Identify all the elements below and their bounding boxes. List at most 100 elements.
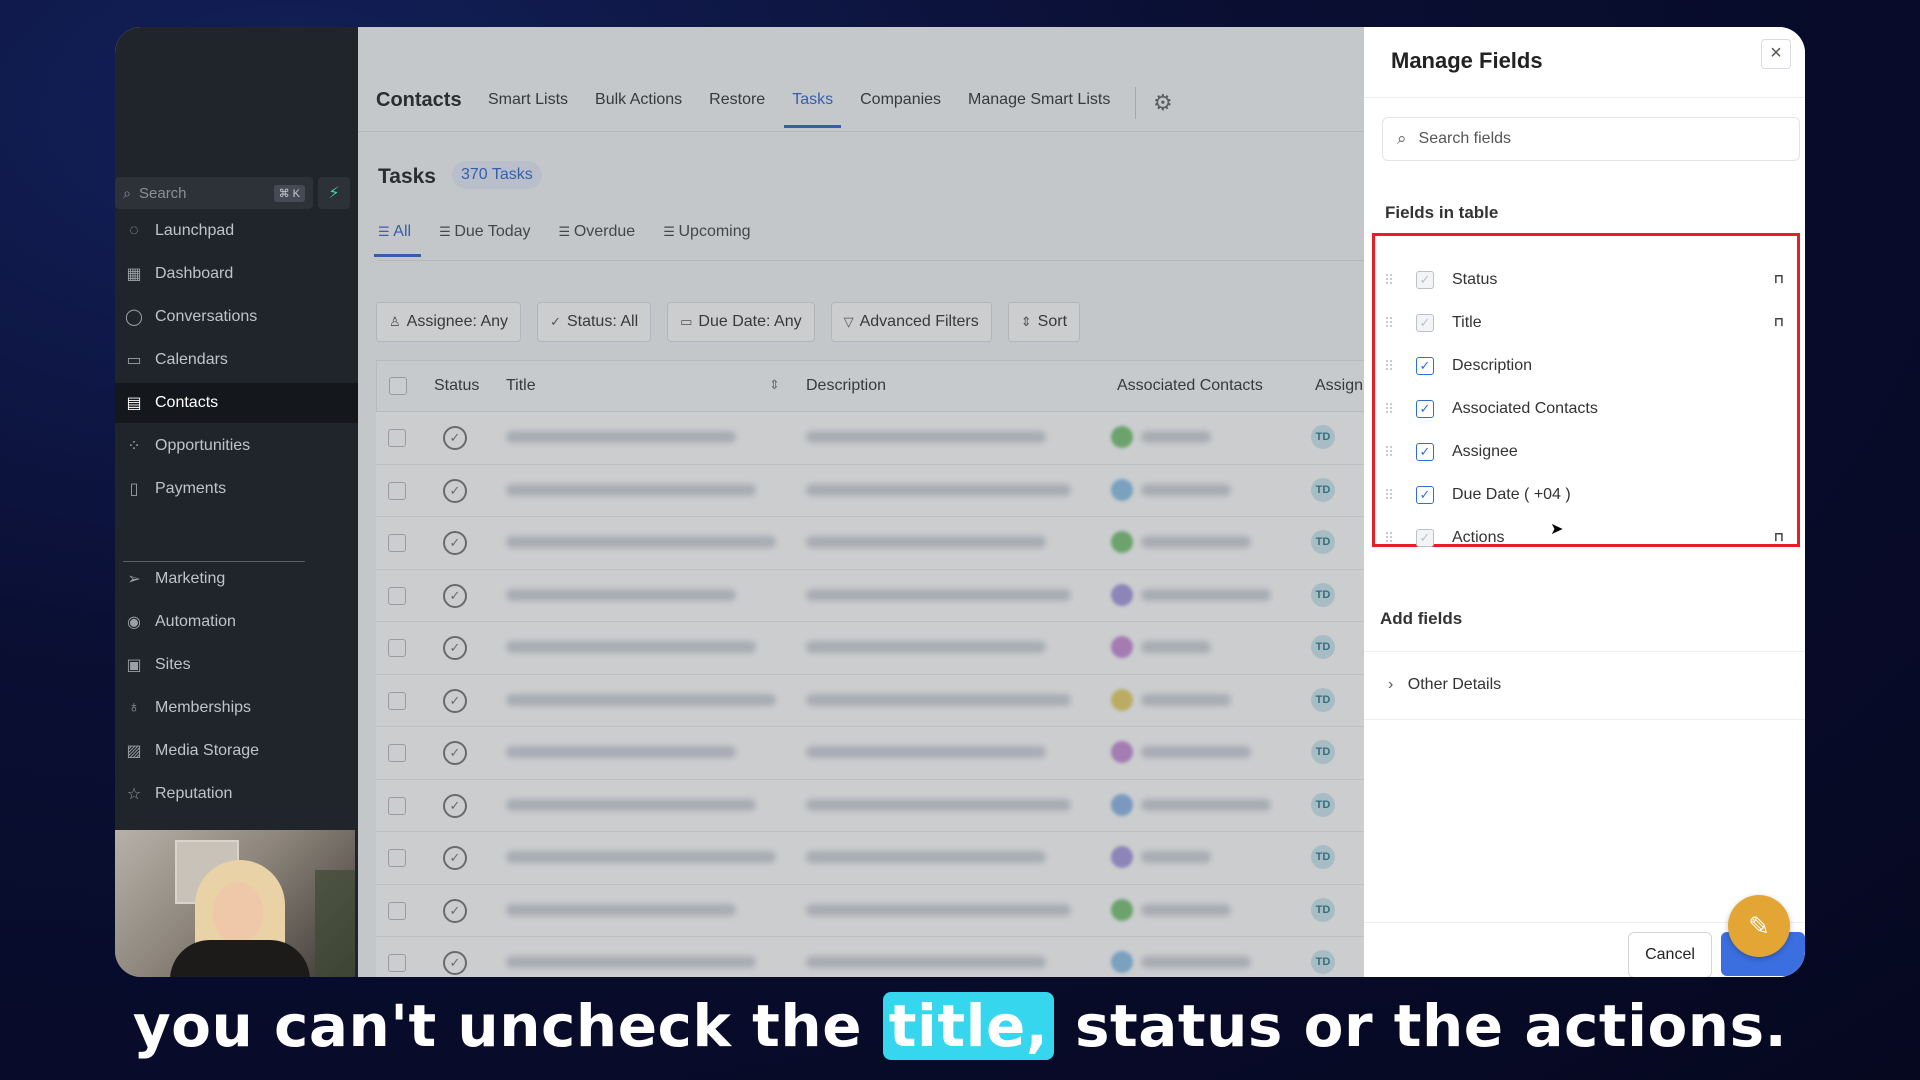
contact-name-cell[interactable] <box>1141 798 1271 811</box>
sidebar-item-media-storage[interactable]: ▨ Media Storage <box>115 731 358 771</box>
field-row-actions[interactable]: ⠿ ✓ Actions ⊓ <box>1384 518 1794 558</box>
contact-name-cell[interactable] <box>1141 903 1231 916</box>
drag-handle-icon[interactable]: ⠿ <box>1384 315 1398 332</box>
table-row[interactable]: ✓ TD <box>376 412 1366 465</box>
column-header-description[interactable]: Description <box>806 377 886 395</box>
field-checkbox[interactable]: ✓ <box>1416 357 1434 375</box>
contact-name-cell[interactable] <box>1141 746 1251 758</box>
task-title-cell[interactable] <box>506 746 736 758</box>
sidebar-item-contacts[interactable]: ▤ Contacts <box>115 383 358 423</box>
column-header-status[interactable]: Status <box>434 377 479 395</box>
status-check-icon[interactable]: ✓ <box>443 636 467 660</box>
filter-advanced-filters[interactable]: ▽ Advanced Filters <box>830 302 992 342</box>
drag-handle-icon[interactable]: ⠿ <box>1384 487 1398 504</box>
field-checkbox[interactable]: ✓ <box>1416 486 1434 504</box>
contact-name-cell[interactable] <box>1141 956 1251 968</box>
column-header-title[interactable]: Title <box>506 377 536 395</box>
drag-handle-icon[interactable]: ⠿ <box>1384 272 1398 289</box>
sidebar-item-marketing[interactable]: ➢ Marketing <box>115 559 358 599</box>
status-check-icon[interactable]: ✓ <box>443 846 467 870</box>
status-check-icon[interactable]: ✓ <box>443 951 467 975</box>
column-header-associated-contacts[interactable]: Associated Contacts <box>1117 377 1263 395</box>
select-all-checkbox[interactable] <box>389 377 407 395</box>
sidebar-item-calendars[interactable]: ▭ Calendars <box>115 340 358 380</box>
other-details-toggle[interactable]: › Other Details <box>1388 676 1501 694</box>
field-row-due-date[interactable]: ⠿ ✓ Due Date ( +04 ) <box>1384 475 1794 515</box>
row-checkbox[interactable] <box>388 534 406 552</box>
sidebar-search[interactable]: ⌕ Search ⌘ K <box>115 177 313 209</box>
row-checkbox[interactable] <box>388 849 406 867</box>
nav-link-manage-smart-lists[interactable]: Manage Smart Lists <box>968 91 1110 109</box>
sidebar-item-memberships[interactable]: ♁ Memberships <box>115 688 358 728</box>
field-checkbox[interactable]: ✓ <box>1416 443 1434 461</box>
drag-handle-icon[interactable]: ⠿ <box>1384 530 1398 547</box>
row-checkbox[interactable] <box>388 744 406 762</box>
field-row-title[interactable]: ⠿ ✓ Title ⊓ <box>1384 303 1794 343</box>
sidebar-item-launchpad[interactable]: ◌ Launchpad <box>115 211 358 251</box>
row-checkbox[interactable] <box>388 481 406 500</box>
task-title-cell[interactable] <box>506 431 736 443</box>
field-row-assignee[interactable]: ⠿ ✓ Assignee <box>1384 432 1794 472</box>
drag-handle-icon[interactable]: ⠿ <box>1384 401 1398 418</box>
filter-sort[interactable]: ⇕ Sort <box>1007 302 1081 342</box>
tab-upcoming[interactable]: ☰ Upcoming <box>663 223 750 241</box>
filter-status-all[interactable]: ✓ Status: All <box>537 302 652 342</box>
status-check-icon[interactable]: ✓ <box>443 583 467 608</box>
table-row[interactable]: ✓ TD <box>376 779 1366 832</box>
contact-name-cell[interactable] <box>1141 641 1211 653</box>
chat-support-icon[interactable]: ✎ <box>1728 895 1790 957</box>
quick-action-bolt-icon[interactable]: ⚡ <box>318 177 350 209</box>
task-title-cell[interactable] <box>506 588 736 601</box>
task-title-cell[interactable] <box>506 483 756 496</box>
status-check-icon[interactable]: ✓ <box>443 793 467 818</box>
field-row-status[interactable]: ⠿ ✓ Status ⊓ <box>1384 260 1794 300</box>
row-checkbox[interactable] <box>388 691 406 710</box>
row-checkbox[interactable] <box>388 586 406 605</box>
status-check-icon[interactable]: ✓ <box>443 531 467 555</box>
contact-name-cell[interactable] <box>1141 536 1251 548</box>
nav-link-tasks[interactable]: Tasks <box>784 91 841 128</box>
tab-overdue[interactable]: ☰ Overdue <box>559 223 636 241</box>
sidebar-item-sites[interactable]: ▣ Sites <box>115 645 358 685</box>
task-title-cell[interactable] <box>506 798 756 811</box>
status-check-icon[interactable]: ✓ <box>443 478 467 503</box>
drag-handle-icon[interactable]: ⠿ <box>1384 444 1398 461</box>
drag-handle-icon[interactable]: ⠿ <box>1384 358 1398 375</box>
cancel-button[interactable]: Cancel <box>1628 932 1712 977</box>
column-header-assignee[interactable]: Assign <box>1315 377 1363 395</box>
sidebar-item-conversations[interactable]: ◯ Conversations <box>115 297 358 337</box>
task-title-cell[interactable] <box>506 851 776 863</box>
nav-link-smart-lists[interactable]: Smart Lists <box>488 91 568 109</box>
sort-arrows-icon[interactable]: ⇕ <box>769 377 780 393</box>
task-title-cell[interactable] <box>506 641 756 653</box>
field-row-description[interactable]: ⠿ ✓ Description <box>1384 346 1794 386</box>
table-row[interactable]: ✓ TD <box>376 622 1366 675</box>
contact-name-cell[interactable] <box>1141 693 1231 706</box>
close-icon[interactable]: × <box>1761 39 1791 69</box>
table-row[interactable]: ✓ TD <box>376 674 1366 727</box>
nav-link-bulk-actions[interactable]: Bulk Actions <box>595 91 682 109</box>
row-checkbox[interactable] <box>388 796 406 815</box>
tab-due-today[interactable]: ☰ Due Today <box>439 223 530 241</box>
status-check-icon[interactable]: ✓ <box>443 688 467 713</box>
contact-name-cell[interactable] <box>1141 431 1211 443</box>
filter-due-date-any[interactable]: ▭ Due Date: Any <box>667 302 815 342</box>
table-row[interactable]: ✓ TD <box>376 727 1366 780</box>
sidebar-item-reputation[interactable]: ☆ Reputation <box>115 774 358 814</box>
field-row-associated-contacts[interactable]: ⠿ ✓ Associated Contacts <box>1384 389 1794 429</box>
task-title-cell[interactable] <box>506 693 776 706</box>
status-check-icon[interactable]: ✓ <box>443 426 467 450</box>
row-checkbox[interactable] <box>388 429 406 447</box>
task-title-cell[interactable] <box>506 903 736 916</box>
table-row[interactable]: ✓ TD <box>376 884 1366 937</box>
sidebar-item-automation[interactable]: ◉ Automation <box>115 602 358 642</box>
table-row[interactable]: ✓ TD <box>376 937 1366 977</box>
table-row[interactable]: ✓ TD <box>376 569 1366 622</box>
contact-name-cell[interactable] <box>1141 851 1211 863</box>
status-check-icon[interactable]: ✓ <box>443 898 467 923</box>
table-row[interactable]: ✓ TD <box>376 517 1366 570</box>
task-title-cell[interactable] <box>506 536 776 548</box>
gear-icon[interactable]: ⚙ <box>1153 90 1173 116</box>
sidebar-item-payments[interactable]: ▯ Payments <box>115 469 358 509</box>
task-title-cell[interactable] <box>506 956 756 968</box>
